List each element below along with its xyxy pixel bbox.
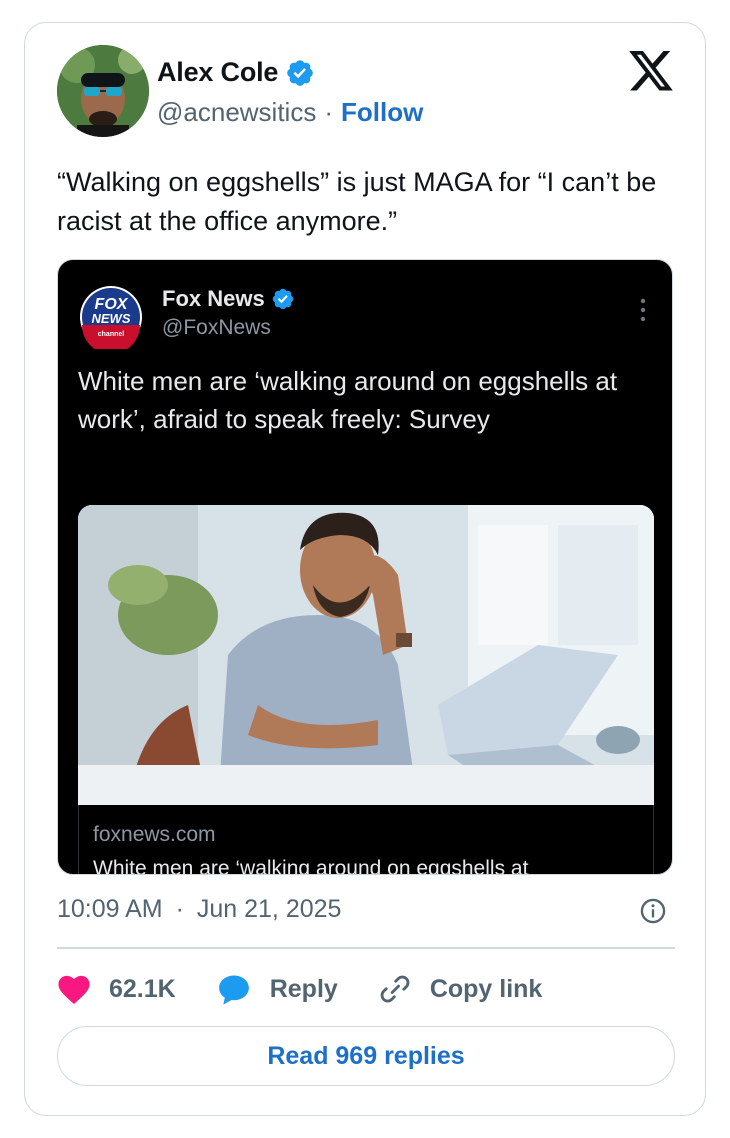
link-domain: foxnews.com [93, 823, 216, 846]
author-avatar[interactable] [57, 45, 149, 137]
x-logo-icon[interactable] [629, 51, 673, 91]
handle-separator: · [324, 97, 333, 127]
like-count: 62.1K [109, 974, 176, 1003]
stressed-man-at-laptop-image [78, 505, 654, 805]
fox-logo-text-mid: NEWS [92, 311, 131, 326]
reply-label: Reply [269, 974, 338, 1003]
author-name-row: Alex Cole [157, 57, 315, 88]
embedded-author-row: Fox News [162, 286, 295, 312]
avatar-image [57, 45, 149, 137]
timestamp-separator: · [175, 895, 184, 923]
fox-news-logo-icon: FOX NEWS channel [80, 286, 142, 349]
author-name[interactable]: Alex Cole [157, 57, 278, 88]
author-handle-row: @acnewsitics · Follow [157, 97, 423, 128]
tweet-date: Jun 21, 2025 [196, 895, 342, 923]
reply-button[interactable]: Reply [216, 972, 338, 1006]
like-button[interactable]: 62.1K [57, 973, 176, 1005]
more-options-icon [640, 298, 646, 322]
copy-link-button[interactable]: Copy link [378, 972, 543, 1006]
verified-badge-icon [287, 59, 314, 86]
link-card-footer: foxnews.com White men are ‘walking aroun… [78, 805, 654, 875]
tweet-text: “Walking on eggshells” is just MAGA for … [57, 167, 657, 236]
follow-button[interactable]: Follow [341, 97, 423, 128]
fox-logo-text-bottom: channel [98, 331, 125, 338]
reply-bubble-icon [218, 975, 249, 1005]
embedded-post-screenshot[interactable]: FOX NEWS channel Fox News @FoxNews White… [57, 259, 673, 875]
embedded-headline: White men are ‘walking around on eggshel… [78, 366, 618, 434]
action-bar: 62.1K Reply Copy link [57, 969, 582, 1009]
embedded-verified-badge-icon [272, 288, 293, 310]
heart-icon [58, 975, 90, 1005]
link-icon [380, 975, 410, 1003]
footer-divider [57, 947, 675, 949]
author-handle[interactable]: @acnewsitics [157, 97, 316, 128]
link-title: White men are ‘walking around on eggshel… [93, 857, 529, 875]
tweet-timestamp[interactable]: 10:09 AM · Jun 21, 2025 [57, 895, 341, 924]
info-icon[interactable] [639, 897, 667, 925]
article-photo [78, 505, 654, 805]
embedded-author-name: Fox News [162, 286, 265, 311]
tweet-card: Alex Cole @acnewsitics · Follow “Walking… [24, 22, 706, 1116]
tweet-time: 10:09 AM [57, 895, 163, 923]
embedded-author-handle: @FoxNews [162, 316, 271, 339]
copy-link-label: Copy link [429, 974, 543, 1003]
read-replies-button[interactable]: Read 969 replies [57, 1026, 675, 1086]
